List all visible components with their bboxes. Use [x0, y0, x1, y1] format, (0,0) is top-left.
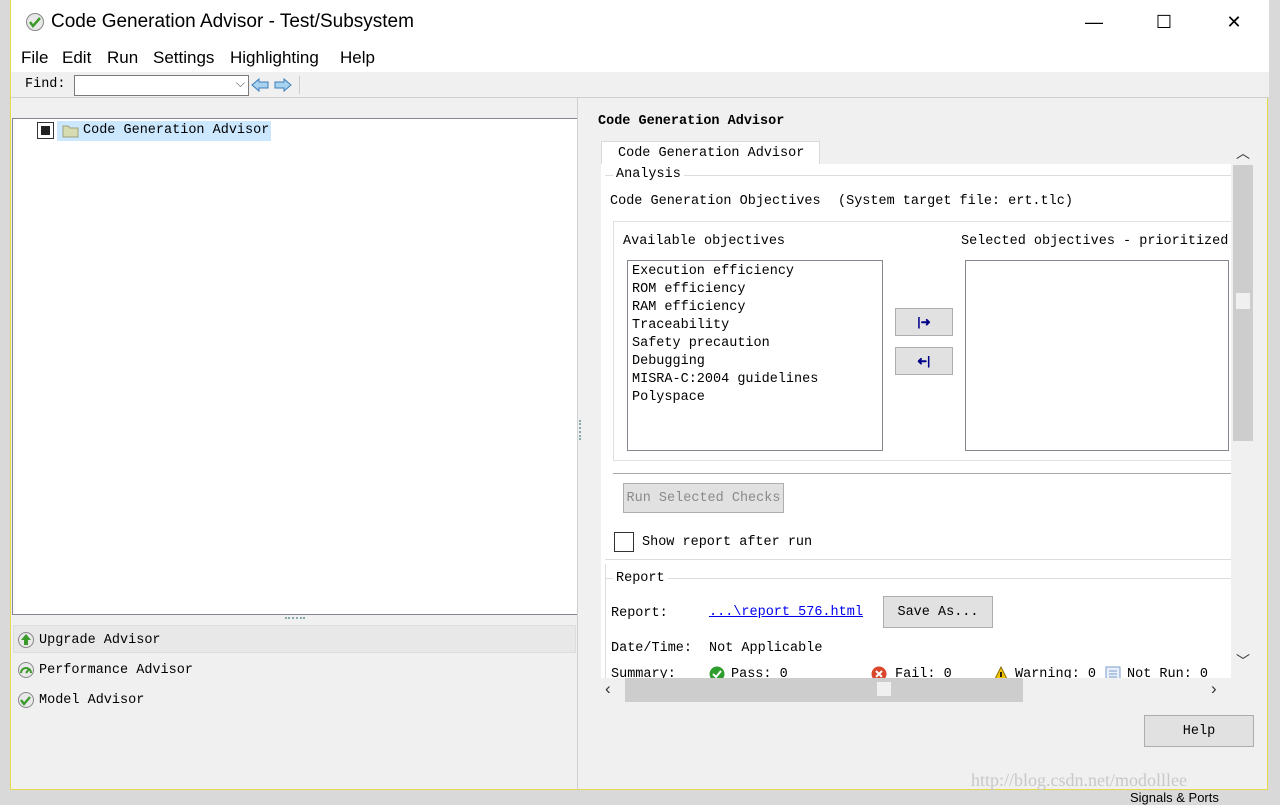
menu-run[interactable]: Run	[107, 48, 138, 68]
title-bar: Code Generation Advisor - Test/Subsystem…	[11, 0, 1269, 44]
chevron-down-icon[interactable]: ⌵	[236, 76, 245, 91]
chevron-up-icon[interactable]: ︿	[1236, 143, 1250, 163]
pass-count: Pass: 0	[731, 667, 788, 678]
datetime-label: Date/Time:	[611, 641, 693, 656]
close-button[interactable]: ✕	[1211, 0, 1257, 44]
background-app-text: Signals & Ports	[1130, 790, 1219, 805]
arrow-left-bar-icon: |➜	[917, 354, 931, 368]
advisor-model-label: Model Advisor	[39, 693, 145, 708]
main-window: Code Generation Advisor - Test/Subsystem…	[10, 0, 1269, 790]
help-button[interactable]: Help	[1144, 715, 1254, 747]
find-label: Find:	[25, 77, 66, 92]
menu-settings[interactable]: Settings	[153, 48, 214, 68]
list-item[interactable]: RAM efficiency	[632, 299, 878, 317]
show-report-checkbox[interactable]	[614, 532, 634, 552]
add-objective-button[interactable]: |➜	[895, 308, 953, 336]
horizontal-scrollbar[interactable]: ‹ ›	[601, 678, 1231, 702]
list-item[interactable]: Polyspace	[632, 389, 878, 407]
scrollbar-thumb[interactable]	[877, 682, 891, 696]
run-selected-checks-button[interactable]: Run Selected Checks	[623, 483, 784, 513]
list-item[interactable]: Execution efficiency	[632, 263, 878, 281]
tab-label: Code Generation Advisor	[618, 146, 805, 161]
run-button-label: Run Selected Checks	[626, 490, 781, 506]
splitter-handle[interactable]	[579, 420, 581, 440]
chevron-left-icon[interactable]: ‹	[605, 679, 611, 699]
menu-edit[interactable]: Edit	[62, 48, 91, 68]
available-objectives-list[interactable]: Execution efficiency ROM efficiency RAM …	[627, 260, 883, 451]
fail-count: Fail: 0	[895, 667, 952, 678]
folder-icon	[62, 125, 79, 138]
warning-count: Warning: 0	[1015, 667, 1097, 678]
summary-label: Summary:	[611, 667, 676, 678]
report-label: Report:	[611, 606, 668, 621]
maximize-button[interactable]: ☐	[1141, 0, 1187, 44]
datetime-value: Not Applicable	[709, 641, 823, 656]
tree-node-label: Code Generation Advisor	[83, 123, 270, 138]
arrow-right-bar-icon: |➜	[917, 315, 931, 329]
menu-highlighting[interactable]: Highlighting	[230, 48, 319, 68]
tree-checkbox[interactable]	[37, 122, 54, 139]
divider	[613, 473, 1231, 474]
report-group-label: Report	[613, 571, 668, 586]
vertical-scrollbar[interactable]: ︿ ﹀	[1231, 141, 1255, 678]
list-item[interactable]: MISRA-C:2004 guidelines	[632, 371, 878, 389]
scrollbar-thumb[interactable]	[1236, 293, 1250, 309]
warning-icon	[994, 666, 1008, 678]
watermark: http://blog.csdn.net/modolllee	[971, 770, 1187, 790]
panel-heading: Code Generation Advisor	[598, 114, 785, 129]
toolbar-divider	[299, 76, 300, 94]
menu-file[interactable]: File	[21, 48, 48, 68]
list-item[interactable]: Safety precaution	[632, 335, 878, 353]
chevron-right-icon[interactable]: ›	[1211, 679, 1217, 699]
chevron-down-icon[interactable]: ﹀	[1236, 651, 1250, 671]
performance-icon	[18, 662, 34, 678]
available-label: Available objectives	[623, 234, 786, 249]
selected-label: Selected objectives - prioritized	[961, 234, 1229, 249]
pass-icon	[709, 666, 725, 678]
menu-help[interactable]: Help	[340, 48, 375, 68]
analysis-group-label: Analysis	[613, 167, 684, 182]
tab-code-generation-advisor[interactable]: Code Generation Advisor	[601, 141, 820, 165]
divider	[605, 559, 1231, 560]
advisor-performance-label: Performance Advisor	[39, 663, 193, 678]
minimize-button[interactable]: —	[1071, 0, 1117, 44]
list-item[interactable]: Traceability	[632, 317, 878, 335]
target-file: (System target file: ert.tlc)	[838, 194, 1073, 209]
analysis-group-line	[605, 175, 1231, 176]
find-input[interactable]: ⌵	[74, 75, 249, 96]
arrow-right-icon[interactable]	[274, 77, 292, 93]
objectives-label: Code Generation Objectives	[610, 194, 821, 209]
check-icon	[18, 692, 34, 708]
scrollbar-track[interactable]	[625, 678, 1023, 702]
show-report-label: Show report after run	[642, 535, 813, 550]
not-run-icon	[1105, 666, 1121, 678]
tree-view: Code Generation Advisor	[12, 118, 578, 615]
vertical-splitter[interactable]	[577, 98, 578, 790]
help-label: Help	[1182, 723, 1216, 739]
not-run-count: Not Run: 0	[1127, 667, 1209, 678]
report-group-line	[605, 578, 1231, 579]
advisor-upgrade-label: Upgrade Advisor	[39, 633, 161, 648]
save-as-button[interactable]: Save As...	[883, 596, 993, 628]
save-as-label: Save As...	[897, 604, 979, 620]
list-item[interactable]: Debugging	[632, 353, 878, 371]
splitter-handle[interactable]	[285, 617, 305, 619]
check-icon	[26, 13, 44, 31]
selected-objectives-list[interactable]	[965, 260, 1229, 451]
list-item[interactable]: ROM efficiency	[632, 281, 878, 299]
tab-content: Analysis Code Generation Objectives (Sys…	[601, 164, 1231, 678]
arrow-left-icon[interactable]	[251, 77, 269, 93]
upgrade-icon	[18, 632, 34, 648]
fail-icon	[871, 666, 887, 678]
report-link[interactable]: ...\report_576.html	[709, 605, 863, 620]
remove-objective-button[interactable]: |➜	[895, 347, 953, 375]
toolbar: Find: ⌵	[11, 72, 1269, 98]
window-title: Code Generation Advisor - Test/Subsystem	[51, 11, 414, 32]
